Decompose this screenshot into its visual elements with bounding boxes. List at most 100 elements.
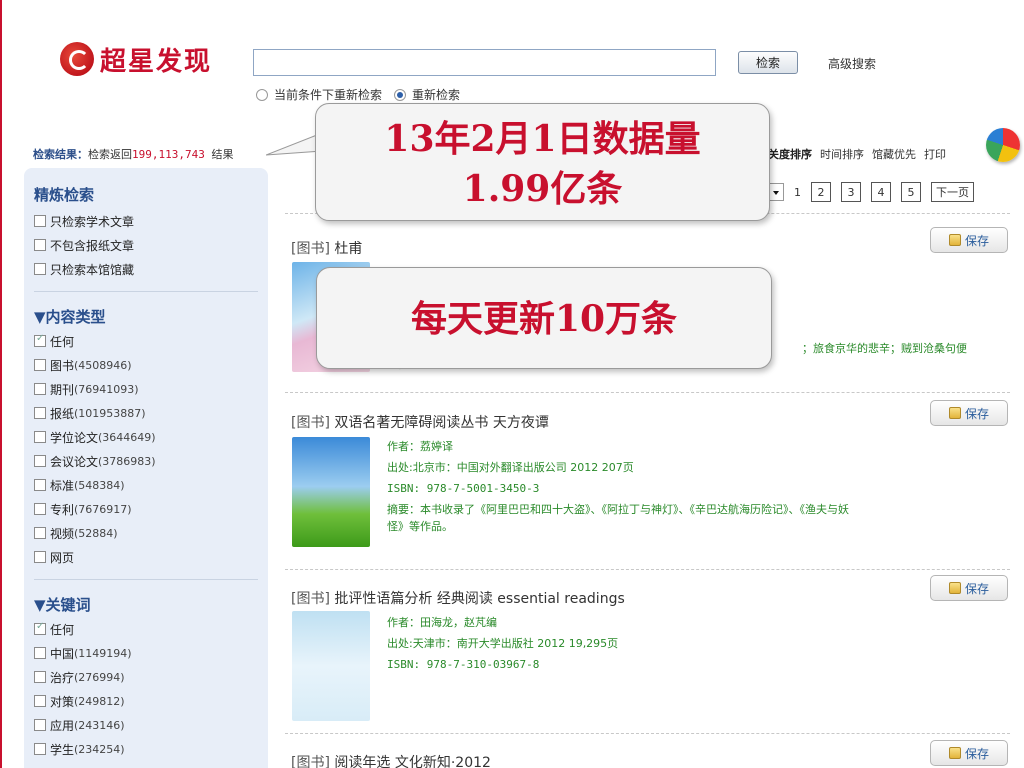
checkbox[interactable] [34, 431, 46, 443]
page-current[interactable]: 1 [794, 186, 801, 199]
facet-option[interactable]: 对策 (249812) [34, 689, 268, 713]
refine-option[interactable]: 只检索本馆馆藏 [34, 257, 268, 281]
facet-label: 标准 [50, 478, 75, 493]
result-source: 出处:天津市：南开大学出版社 2012 19,295页 [387, 637, 619, 650]
save-button[interactable]: 保存 [930, 400, 1008, 426]
checkbox[interactable] [34, 503, 46, 515]
checkbox[interactable] [34, 407, 46, 419]
facet-count: (3644649) [98, 430, 156, 444]
logo[interactable]: 超星发现 [60, 40, 212, 78]
facet-option[interactable]: 任何 [34, 617, 268, 641]
checkbox[interactable] [34, 551, 46, 563]
radio-new-search-label[interactable]: 重新检索 [412, 86, 460, 103]
checkbox[interactable] [34, 383, 46, 395]
facet-option[interactable]: 期刊 (76941093) [34, 377, 268, 401]
next-page-button[interactable]: 下一页 [931, 182, 974, 202]
checkbox[interactable] [34, 647, 46, 659]
checkbox[interactable] [34, 215, 46, 227]
save-button[interactable]: 保存 [930, 227, 1008, 253]
refine-title: 精炼检索 [34, 186, 95, 204]
facet-count: (76941093) [74, 382, 139, 396]
search-input[interactable] [253, 49, 716, 76]
facet-option[interactable]: 网页 [34, 545, 268, 569]
facet-count: (52884) [74, 526, 118, 540]
facet-label: 治疗 [50, 670, 75, 685]
facet-option[interactable]: 图书 (4508946) [34, 353, 268, 377]
checkbox[interactable] [34, 359, 46, 371]
page-link[interactable]: 2 [811, 182, 831, 202]
result-author: 作者：荔婷译 [387, 440, 453, 453]
save-icon [948, 234, 961, 246]
data-volume-callout: 13年2月1日数据量 1.99亿条 [315, 103, 770, 221]
facet-count: (276994) [74, 670, 125, 684]
checkbox[interactable] [34, 719, 46, 731]
facet-label: 会议论文 [50, 454, 99, 469]
facet-label: 对策 [50, 694, 75, 709]
book-cover[interactable] [292, 611, 370, 721]
facet-option[interactable]: 应用 (243146) [34, 713, 268, 737]
content-type-title[interactable]: ▼内容类型 [34, 306, 268, 327]
facet-option[interactable]: 学生 (234254) [34, 737, 268, 761]
result-meta: 作者：田海龙，赵芃编 出处:天津市：南开大学出版社 2012 19,295页 I… [387, 612, 1002, 675]
divider [285, 569, 1010, 570]
radio-refine-current[interactable] [256, 88, 268, 101]
sort-relevance[interactable]: 关度排序 [768, 146, 812, 162]
result-source: 出处:北京市：中国对外翻译出版公司 2012 207页 [387, 461, 634, 474]
facet-option[interactable]: 专利 (7676917) [34, 497, 268, 521]
result-title[interactable]: [图书] 双语名著无障碍阅读丛书 天方夜谭 [291, 412, 549, 432]
facet-option[interactable]: 学位论文 (3644649) [34, 425, 268, 449]
advanced-search-link[interactable]: 高级搜索 [828, 55, 876, 72]
facet-label: 中国 [50, 646, 75, 661]
radio-refine-current-label[interactable]: 当前条件下重新检索 [274, 86, 382, 103]
save-icon [948, 747, 961, 759]
checkbox[interactable] [34, 743, 46, 755]
facet-option[interactable]: 标准 (548384) [34, 473, 268, 497]
refine-sidebar: 精炼检索 只检索学术文章 不包含报纸文章 只检索本馆馆藏 ▼内容类型 任何图书(… [24, 168, 268, 768]
sort-holdings[interactable]: 馆藏优先 [872, 146, 916, 162]
result-author: 作者：田海龙，赵芃编 [387, 616, 497, 629]
result-isbn: ISBN: 978-7-310-03967-8 [387, 658, 540, 671]
result-title[interactable]: [图书] 杜甫 [291, 238, 362, 258]
page-link[interactable]: 5 [901, 182, 921, 202]
facet-option[interactable]: 任何 [34, 329, 268, 353]
checkbox[interactable] [34, 621, 46, 635]
checkbox[interactable] [34, 527, 46, 539]
book-cover[interactable] [292, 437, 370, 547]
search-button[interactable]: 检索 [738, 51, 798, 74]
checkbox[interactable] [34, 479, 46, 491]
save-icon [948, 582, 961, 594]
radio-new-search[interactable] [394, 88, 407, 101]
checkbox[interactable] [34, 333, 46, 347]
facet-option[interactable]: 会议论文 (3786983) [34, 449, 268, 473]
facet-count: (101953887) [74, 406, 146, 420]
refine-option[interactable]: 不包含报纸文章 [34, 233, 268, 257]
facet-label: 应用 [50, 718, 75, 733]
facet-option[interactable]: 报纸 (101953887) [34, 401, 268, 425]
page-link[interactable]: 3 [841, 182, 861, 202]
save-button[interactable]: 保存 [930, 740, 1008, 766]
pagination: 1 2 3 4 5 下一页 [768, 182, 974, 202]
checkbox[interactable] [34, 239, 46, 251]
result-title[interactable]: [图书] 批评性语篇分析 经典阅读 essential readings [291, 588, 625, 608]
facet-option[interactable]: 中国 (1149194) [34, 641, 268, 665]
refine-option[interactable]: 只检索学术文章 [34, 209, 268, 233]
result-title[interactable]: [图书] 阅读年选 文化新知·2012 [291, 752, 491, 768]
facet-option[interactable]: 视频 (52884) [34, 521, 268, 545]
print-link[interactable]: 打印 [924, 146, 946, 162]
checkbox[interactable] [34, 455, 46, 467]
page-link[interactable]: 4 [871, 182, 891, 202]
page-size-dropdown[interactable] [768, 183, 784, 201]
facet-option[interactable]: 治疗 (276994) [34, 665, 268, 689]
save-button[interactable]: 保存 [930, 575, 1008, 601]
facet-label: 学位论文 [50, 430, 99, 445]
checkbox[interactable] [34, 263, 46, 275]
facet-label: 图书 [50, 358, 75, 373]
sort-time[interactable]: 时间排序 [820, 146, 864, 162]
left-accent-bar [0, 0, 2, 768]
checkbox[interactable] [34, 671, 46, 683]
result-isbn: ISBN: 978-7-5001-3450-3 [387, 482, 540, 495]
pie-chart-icon[interactable] [986, 128, 1020, 162]
save-icon [948, 407, 961, 419]
keyword-title[interactable]: ▼关键词 [34, 594, 268, 615]
checkbox[interactable] [34, 695, 46, 707]
